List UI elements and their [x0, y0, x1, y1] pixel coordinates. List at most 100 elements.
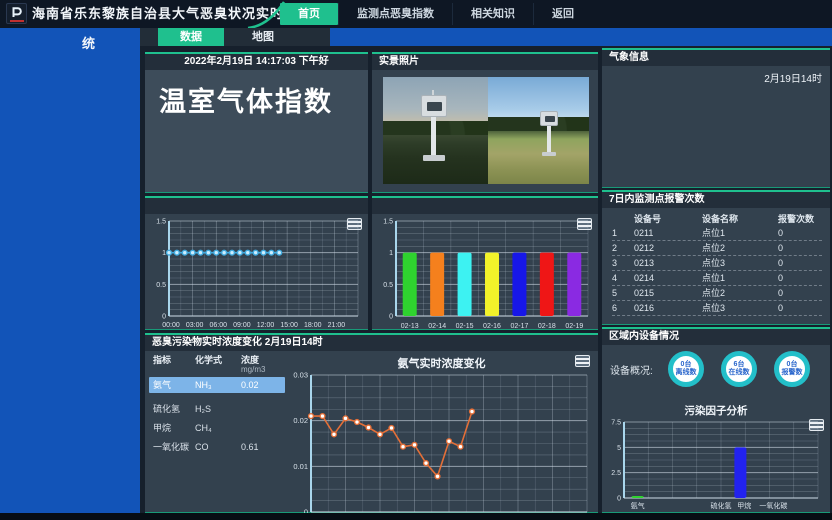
tab-map[interactable]: 地图	[224, 28, 302, 46]
left-sidebar: 统	[0, 28, 140, 513]
devices-title: 区域内设备情况	[602, 329, 830, 345]
svg-text:02-19: 02-19	[565, 323, 583, 330]
index-trend-title	[145, 198, 368, 214]
device-overview-row: 设备概况: 0台离线数 6台在线数 0台报警数	[610, 351, 824, 387]
odor-row-h2s[interactable]: 硫化氢H₂S	[149, 401, 285, 417]
alarm-row: 30213点位30	[612, 256, 822, 271]
dashboard-root: 海南省乐东黎族自治县大气恶臭状况实时发布系 首页 监测点恶臭指数 相关知识 返回…	[0, 0, 832, 520]
tab-bar: 数据 地图	[140, 28, 330, 46]
svg-text:02-15: 02-15	[456, 323, 474, 330]
app-title-continuation: 统	[82, 33, 95, 52]
footer-bar	[0, 513, 832, 520]
svg-text:7.5: 7.5	[611, 420, 621, 427]
svg-text:硫化氢: 硫化氢	[711, 501, 732, 510]
device-overview-label: 设备概况:	[610, 362, 668, 377]
svg-text:02-14: 02-14	[428, 323, 446, 330]
tab-data[interactable]: 数据	[158, 28, 224, 46]
svg-text:1.5: 1.5	[383, 219, 393, 226]
svg-text:03:00: 03:00	[186, 322, 204, 329]
top-header: 海南省乐东黎族自治县大气恶臭状况实时发布系 首页 监测点恶臭指数 相关知识 返回	[0, 0, 832, 28]
alarm-row: 40214点位10	[612, 271, 822, 286]
photo-row	[383, 77, 589, 184]
logo-glyph	[10, 6, 23, 19]
svg-text:一氧化碳: 一氧化碳	[759, 501, 787, 510]
top-nav: 首页 监测点恶臭指数 相关知识 返回	[280, 0, 592, 28]
panel-odor: 恶臭污染物实时浓度变化 2月19日14时 指标 化学式 浓度 mg/m3 氨气N…	[145, 333, 598, 513]
svg-text:15:00: 15:00	[280, 322, 298, 329]
monitor-device-illustration	[421, 95, 447, 161]
alarm-row: 50215点位20	[612, 286, 822, 301]
svg-text:1.5: 1.5	[156, 219, 166, 226]
svg-text:0: 0	[617, 496, 621, 503]
svg-text:0.03: 0.03	[293, 371, 308, 380]
odor-title: 恶臭污染物实时浓度变化 2月19日14时	[145, 335, 598, 351]
nav-item-home[interactable]: 首页	[280, 3, 338, 25]
svg-text:09:00: 09:00	[233, 322, 251, 329]
svg-text:06:00: 06:00	[209, 322, 227, 329]
svg-text:氨气: 氨气	[631, 501, 645, 510]
station-photo-day[interactable]	[488, 77, 589, 184]
ammonia-chart-region: 氨气实时浓度变化 00.010.020.0300:0003:0006:0009:…	[285, 351, 598, 512]
panel-weather: 气象信息 2月19日14时	[602, 48, 830, 188]
treeline-decoration	[488, 117, 589, 131]
alarm-row: 60216点位30	[612, 301, 822, 316]
logo-subtext	[10, 20, 24, 22]
svg-text:0.5: 0.5	[383, 282, 393, 289]
odor-row-co[interactable]: 一氧化碳CO0.61	[149, 439, 285, 455]
svg-text:02-13: 02-13	[401, 323, 419, 330]
svg-text:0.01: 0.01	[293, 462, 308, 471]
online-count-circle: 6台在线数	[721, 351, 757, 387]
svg-text:2.5: 2.5	[611, 470, 621, 477]
panel-alarms: 7日内监测点报警次数 设备号 设备名称 报警次数 10211点位10 20212…	[602, 190, 830, 325]
alarm-table-header: 设备号 设备名称 报警次数	[612, 212, 822, 226]
panel-devices: 区域内设备情况 设备概况: 0台离线数 6台在线数 0台报警数 污染因子分析 0…	[602, 327, 830, 513]
nav-item-knowledge[interactable]: 相关知识	[452, 3, 533, 25]
concentration-unit: mg/m3	[149, 365, 285, 374]
chart-menu-icon[interactable]	[575, 355, 590, 367]
alarm-row: 10211点位10	[612, 226, 822, 241]
col-alarm-count: 报警次数	[778, 212, 818, 226]
pollution-chart-title: 污染因子分析	[602, 403, 830, 418]
greeting-body: 温室气体指数	[145, 70, 368, 192]
svg-text:12:00: 12:00	[257, 322, 275, 329]
odor-table: 指标 化学式 浓度 mg/m3 氨气NH₃0.02 硫化氢H₂S 甲烷CH₄ 一…	[149, 353, 285, 455]
svg-text:0: 0	[389, 314, 393, 321]
svg-text:0.5: 0.5	[156, 282, 166, 289]
svg-text:18:00: 18:00	[304, 322, 322, 329]
nav-item-odor-index[interactable]: 监测点恶臭指数	[338, 3, 452, 25]
svg-text:甲烷: 甲烷	[737, 501, 751, 510]
nav-item-back[interactable]: 返回	[533, 3, 592, 25]
svg-text:02-18: 02-18	[538, 323, 556, 330]
odor-row-ch4[interactable]: 甲烷CH₄	[149, 420, 285, 436]
col-device-name: 设备名称	[702, 212, 778, 226]
greenhouse-gas-heading: 温室气体指数	[145, 70, 368, 119]
panel-photos: 实景照片	[372, 52, 598, 193]
index-trend-chart[interactable]: 00.511.500:0003:0006:0009:0012:0015:0018…	[147, 213, 366, 336]
weather-timestamp: 2月19日14时	[764, 70, 822, 85]
ammonia-chart[interactable]: 00.010.020.0300:0003:0006:0009:0012:0015…	[285, 369, 597, 520]
col-device-id: 设备号	[634, 212, 702, 226]
station-photo-dusk[interactable]	[383, 77, 488, 184]
pollution-chart[interactable]: 02.557.5氨气硫化氢甲烷一氧化碳	[604, 417, 826, 516]
svg-text:1: 1	[162, 250, 166, 257]
photos-title: 实景照片	[372, 54, 598, 70]
monitor-device-illustration	[540, 111, 558, 156]
svg-text:00:00: 00:00	[162, 322, 180, 329]
svg-text:21:00: 21:00	[328, 322, 346, 329]
svg-text:02-17: 02-17	[510, 323, 528, 330]
col-formula: 化学式	[195, 353, 241, 366]
offline-count-circle: 0台离线数	[668, 351, 704, 387]
daily-index-title	[372, 198, 598, 214]
alarm-row: 20212点位20	[612, 241, 822, 256]
daily-index-chart[interactable]: 0 0.5 1 1.5 02-13 02-14 02-15 02-16 02-17 02-18 02…	[374, 213, 596, 336]
greeting-datetime: 2022年2月19日 14:17:03 下午好	[145, 54, 368, 70]
svg-text:1: 1	[389, 250, 393, 257]
panel-daily-index: 0 0.5 1 1.5 02-13 02-14 02-15 02-16 02-17 02-18 02…	[372, 196, 598, 330]
panel-greeting: 2022年2月19日 14:17:03 下午好 温室气体指数	[145, 52, 368, 193]
subheader-strip	[330, 28, 832, 46]
col-indicator: 指标	[149, 353, 195, 366]
svg-text:02-16: 02-16	[483, 323, 501, 330]
weather-title: 气象信息	[602, 50, 830, 66]
alarm-table: 设备号 设备名称 报警次数 10211点位10 20212点位20 30213点…	[612, 212, 822, 316]
odor-row-ammonia[interactable]: 氨气NH₃0.02	[149, 377, 285, 393]
